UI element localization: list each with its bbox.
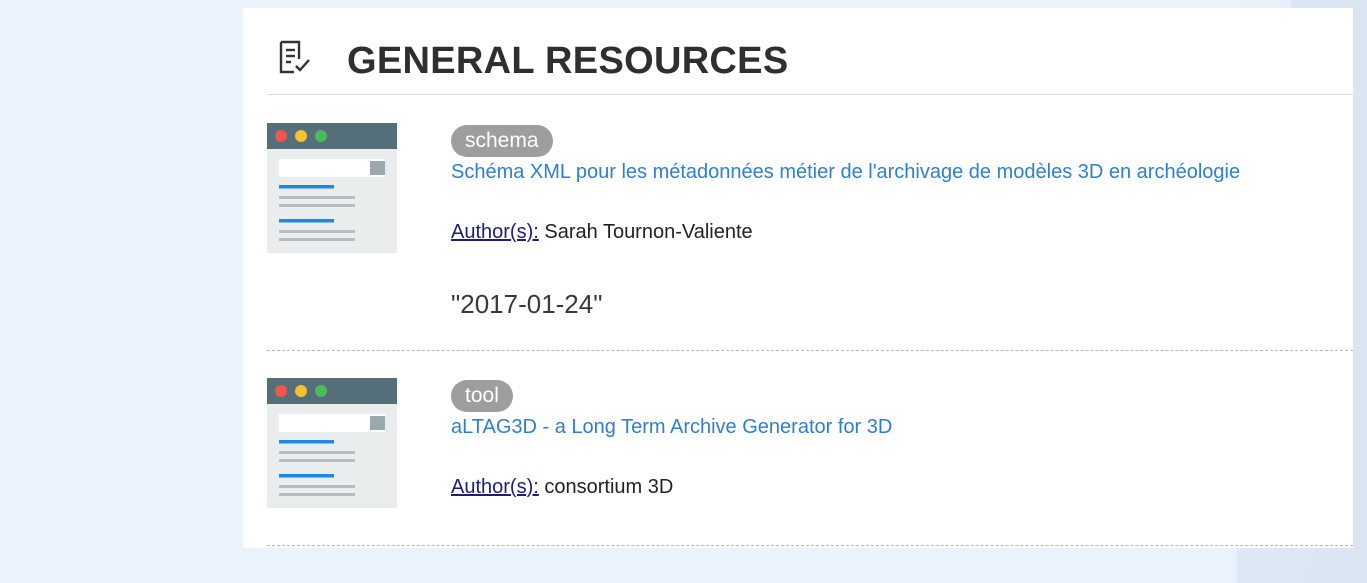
resources-panel: GENERAL RESOURCES schema Schéma XML pour…: [243, 8, 1353, 548]
resource-title-link[interactable]: aLTAG3D - a Long Term Archive Generator …: [451, 416, 892, 439]
section-title: GENERAL RESOURCES: [347, 40, 789, 82]
browser-window-icon: [267, 123, 397, 253]
resource-item: schema Schéma XML pour les métadonnées m…: [267, 123, 1353, 351]
authors-value: Sarah Tournon-Valiente: [544, 221, 753, 243]
checklist-document-icon: [279, 40, 310, 74]
resource-item: tool aLTAG3D - a Long Term Archive Gener…: [267, 378, 1353, 546]
resource-authors: Author(s): Sarah Tournon-Valiente: [451, 221, 753, 244]
divider: [267, 545, 1353, 546]
section-header: GENERAL RESOURCES: [267, 32, 1353, 95]
resource-type-badge: schema: [451, 125, 553, 157]
resource-authors: Author(s): consortium 3D: [451, 476, 673, 499]
authors-value: consortium 3D: [544, 476, 674, 498]
divider: [267, 350, 1353, 351]
authors-label: Author(s):: [451, 221, 539, 243]
resource-date: "2017-01-24": [451, 289, 603, 319]
authors-label: Author(s):: [451, 476, 539, 498]
browser-window-icon: [267, 378, 397, 508]
resource-title-link[interactable]: Schéma XML pour les métadonnées métier d…: [451, 161, 1240, 184]
resource-type-badge: tool: [451, 380, 513, 412]
